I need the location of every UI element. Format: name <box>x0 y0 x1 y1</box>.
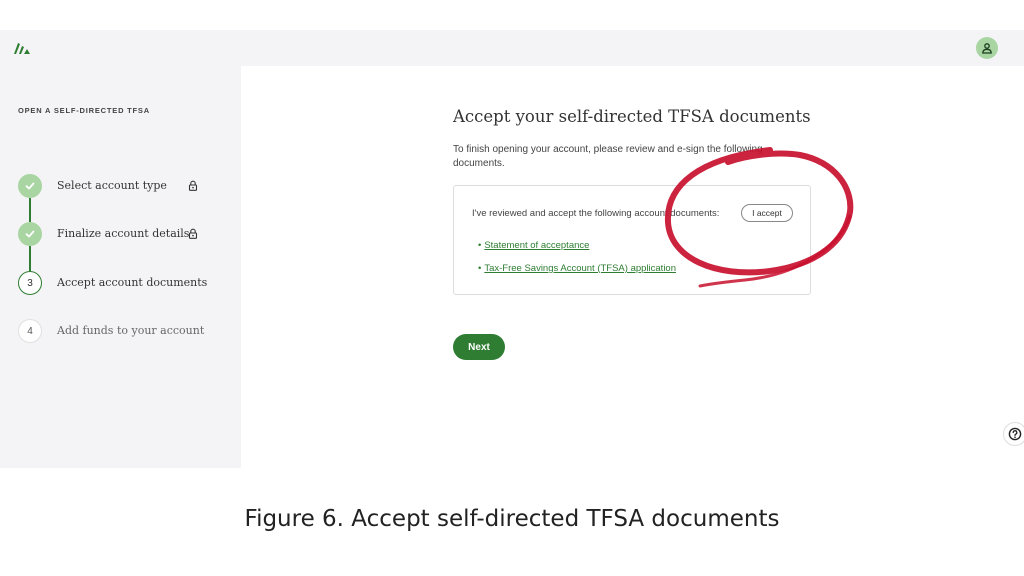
user-icon <box>982 43 992 54</box>
checkmark-icon <box>25 230 35 238</box>
step-label: Finalize account details <box>57 227 190 240</box>
step-finalize-account-details[interactable]: Finalize account details <box>18 222 233 246</box>
page-description: To finish opening your account, please r… <box>453 144 763 169</box>
step-label: Accept account documents <box>57 276 208 289</box>
help-icon <box>1008 427 1022 441</box>
step-label: Add funds to your account <box>57 324 205 337</box>
bullet: • <box>478 263 482 274</box>
step-label: Select account type <box>57 179 167 192</box>
bullet: • <box>478 240 482 251</box>
profile-button[interactable] <box>976 37 998 59</box>
step-add-funds[interactable]: 4 Add funds to your account <box>18 319 233 343</box>
top-bar <box>0 30 1024 66</box>
help-button[interactable] <box>1003 422 1024 446</box>
statement-of-acceptance-link[interactable]: Statement of acceptance <box>484 240 589 251</box>
logo-icon[interactable] <box>12 40 32 56</box>
step-select-account-type[interactable]: Select account type <box>18 174 233 198</box>
accept-button[interactable]: I accept <box>741 204 793 222</box>
document-list-item: • Statement of acceptance <box>478 240 589 251</box>
checkmark-icon <box>25 182 35 190</box>
step-number: 3 <box>18 271 42 295</box>
step-connector <box>29 198 31 222</box>
step-status-complete <box>18 174 42 198</box>
next-button[interactable]: Next <box>453 334 505 360</box>
review-statement: I've reviewed and accept the following a… <box>472 208 720 219</box>
page-title: Accept your self-directed TFSA documents <box>453 107 811 126</box>
lock-icon <box>188 180 198 191</box>
sidebar-heading: OPEN A SELF-DIRECTED TFSA <box>18 106 150 115</box>
figure-caption: Figure 6. Accept self-directed TFSA docu… <box>244 506 780 532</box>
step-connector <box>29 246 31 271</box>
step-status-complete <box>18 222 42 246</box>
sidebar-stepper: OPEN A SELF-DIRECTED TFSA Select account… <box>0 66 241 468</box>
tfsa-application-link[interactable]: Tax-Free Savings Account (TFSA) applicat… <box>484 263 676 274</box>
lock-icon <box>188 228 198 239</box>
documents-card: I've reviewed and accept the following a… <box>453 185 811 295</box>
document-list-item: • Tax-Free Savings Account (TFSA) applica… <box>478 263 676 274</box>
app-window: OPEN A SELF-DIRECTED TFSA Select account… <box>0 30 1024 468</box>
step-number: 4 <box>18 319 42 343</box>
step-accept-account-documents[interactable]: 3 Accept account documents <box>18 271 233 295</box>
